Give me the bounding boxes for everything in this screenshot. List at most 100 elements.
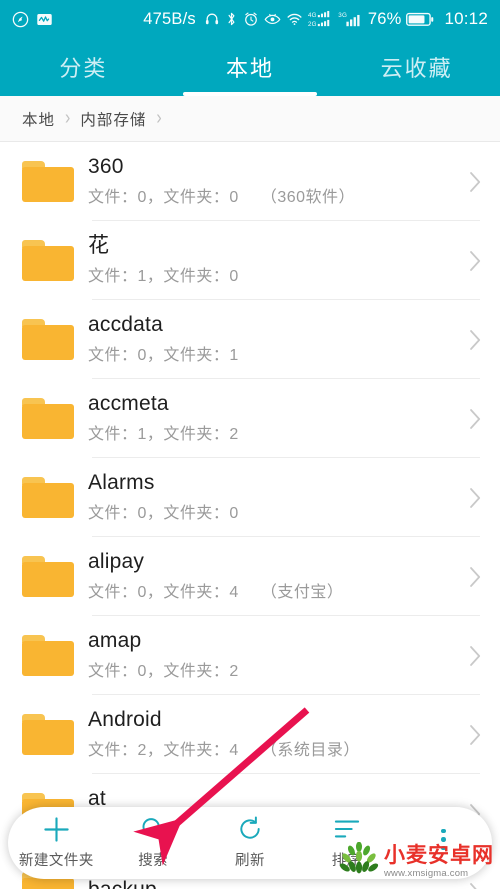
file-item-meta: alipay 文件：0，文件夹：4 （支付宝） bbox=[88, 550, 464, 602]
breadcrumb-item-local[interactable]: 本地 bbox=[22, 108, 55, 130]
file-counts: 文件：0，文件夹：0 （360软件） bbox=[88, 183, 464, 207]
file-alias: （系统目录） bbox=[260, 742, 360, 760]
file-name: 花 bbox=[88, 233, 110, 257]
breadcrumb-item-internal-storage[interactable]: 内部存储 bbox=[80, 108, 146, 130]
file-counts: 文件：0，文件夹：1 bbox=[88, 341, 464, 365]
refresh-button[interactable]: 刷新 bbox=[202, 807, 299, 879]
folder-icon bbox=[22, 477, 74, 518]
chevron-right-icon bbox=[464, 250, 486, 272]
status-bar-indicators: 475B/s 4G 2G 3G 76% 10:12 bbox=[143, 9, 488, 29]
main-tab-bar: 分类 本地 云收藏 bbox=[0, 38, 500, 96]
battery-percent-label: 76% bbox=[367, 9, 402, 28]
chevron-right-icon: › bbox=[65, 107, 71, 129]
chevron-right-icon bbox=[464, 724, 486, 746]
tab-categories-label: 分类 bbox=[59, 56, 108, 81]
chevron-right-icon bbox=[464, 882, 486, 889]
music-app-icon bbox=[12, 11, 29, 28]
search-icon bbox=[139, 816, 167, 842]
bluetooth-icon bbox=[225, 11, 238, 27]
battery-icon bbox=[406, 12, 434, 27]
file-manager-screen: 475B/s 4G 2G 3G 76% 10:12 分类 本地 云收藏 本地 ›… bbox=[0, 0, 500, 889]
tab-cloud-favorites-label: 云收藏 bbox=[380, 56, 453, 81]
site-watermark: 小麦安卓网 www.xmsigma.com bbox=[339, 841, 494, 881]
file-list-item[interactable]: accmeta 文件：1，文件夹：2 bbox=[0, 379, 500, 458]
svg-text:4G: 4G bbox=[308, 12, 317, 19]
status-bar-app-icons bbox=[12, 11, 53, 28]
new-folder-button[interactable]: 新建文件夹 bbox=[8, 807, 105, 879]
sort-icon bbox=[333, 816, 361, 842]
chevron-right-icon bbox=[464, 487, 486, 509]
file-list-item[interactable]: amap 文件：0，文件夹：2 bbox=[0, 616, 500, 695]
status-bar: 475B/s 4G 2G 3G 76% 10:12 bbox=[0, 0, 500, 38]
watermark-text: 小麦安卓网 www.xmsigma.com bbox=[384, 845, 494, 879]
chevron-right-icon bbox=[464, 171, 486, 193]
file-item-meta: amap 文件：0，文件夹：2 bbox=[88, 628, 464, 681]
new-folder-label: 新建文件夹 bbox=[18, 853, 94, 869]
folder-icon bbox=[22, 714, 74, 755]
headphone-icon bbox=[204, 11, 220, 27]
folder-icon bbox=[22, 398, 74, 439]
file-list-item[interactable]: Alarms 文件：0，文件夹：0 bbox=[0, 458, 500, 537]
file-list-item[interactable]: Android 文件：2，文件夹：4 （系统目录） bbox=[0, 695, 500, 774]
search-label: 搜索 bbox=[138, 853, 169, 869]
signal-3g-icon: 3G bbox=[338, 10, 362, 28]
file-item-meta: 360 文件：0，文件夹：0 （360软件） bbox=[88, 154, 464, 207]
clock-label: 10:12 bbox=[444, 9, 488, 28]
breadcrumb: 本地 › 内部存储 › bbox=[0, 96, 500, 142]
file-count-text: 文件：0，文件夹：4 bbox=[88, 584, 239, 602]
tab-categories[interactable]: 分类 bbox=[0, 38, 167, 96]
file-item-meta: 花文件：1，文件夹：0 bbox=[88, 233, 464, 286]
file-item-meta: accmeta 文件：1，文件夹：2 bbox=[88, 391, 464, 444]
chevron-right-icon bbox=[464, 645, 486, 667]
file-count-text: 文件：1，文件夹：0 bbox=[88, 268, 239, 286]
file-name: Android bbox=[88, 707, 162, 731]
file-item-meta: Android 文件：2，文件夹：4 （系统目录） bbox=[88, 707, 464, 760]
folder-icon bbox=[22, 319, 74, 360]
file-alias: （360软件） bbox=[260, 189, 356, 207]
network-speed-label: 475B/s bbox=[143, 9, 196, 28]
folder-icon bbox=[22, 556, 74, 597]
svg-text:3G: 3G bbox=[338, 12, 347, 19]
tab-local-label: 本地 bbox=[226, 56, 275, 81]
file-item-meta: Alarms 文件：0，文件夹：0 bbox=[88, 470, 464, 523]
file-list[interactable]: 360 文件：0，文件夹：0 （360软件） 花文件：1，文件夹：0 accdata 文件… bbox=[0, 142, 500, 889]
file-count-text: 文件：0，文件夹：2 bbox=[88, 663, 239, 681]
watermark-url: www.xmsigma.com bbox=[384, 867, 469, 879]
file-counts: 文件：1，文件夹：0 bbox=[88, 262, 464, 286]
wifi-icon bbox=[286, 11, 303, 27]
file-item-meta: accdata 文件：0，文件夹：1 bbox=[88, 312, 464, 365]
file-counts: 文件：0，文件夹：0 bbox=[88, 499, 464, 523]
file-list-item[interactable]: 360 文件：0，文件夹：0 （360软件） bbox=[0, 142, 500, 221]
search-button[interactable]: 搜索 bbox=[105, 807, 202, 879]
chevron-right-icon bbox=[464, 408, 486, 430]
chevron-right-icon bbox=[464, 566, 486, 588]
chevron-right-icon: › bbox=[156, 107, 162, 129]
watermark-site-name: 小麦安卓网 bbox=[384, 843, 494, 867]
refresh-icon bbox=[236, 816, 264, 842]
tab-cloud-favorites[interactable]: 云收藏 bbox=[333, 38, 500, 96]
file-counts: 文件：2，文件夹：4 （系统目录） bbox=[88, 736, 464, 760]
alarm-icon bbox=[243, 11, 259, 27]
svg-text:2G: 2G bbox=[308, 21, 317, 28]
tab-local[interactable]: 本地 bbox=[167, 38, 334, 96]
file-list-item[interactable]: accdata 文件：0，文件夹：1 bbox=[0, 300, 500, 379]
file-name: 360 bbox=[88, 154, 124, 178]
file-alias: （支付宝） bbox=[260, 584, 344, 602]
file-count-text: 文件：0，文件夹：1 bbox=[88, 347, 239, 365]
file-list-item[interactable]: alipay 文件：0，文件夹：4 （支付宝） bbox=[0, 537, 500, 616]
file-name: amap bbox=[88, 628, 142, 652]
file-count-text: 文件：0，文件夹：0 bbox=[88, 189, 239, 207]
wheat-logo-icon bbox=[339, 841, 379, 881]
file-name: accmeta bbox=[88, 391, 169, 415]
folder-icon bbox=[22, 240, 74, 281]
plus-icon bbox=[42, 816, 71, 842]
file-counts: 文件：1，文件夹：2 bbox=[88, 420, 464, 444]
file-name: Alarms bbox=[88, 470, 155, 494]
folder-icon bbox=[22, 161, 74, 202]
file-list-item[interactable]: 花文件：1，文件夹：0 bbox=[0, 221, 500, 300]
tab-active-underline bbox=[183, 92, 317, 96]
file-count-text: 文件：2，文件夹：4 bbox=[88, 742, 239, 760]
file-name: accdata bbox=[88, 312, 163, 336]
monitor-app-icon bbox=[36, 11, 53, 28]
eye-icon bbox=[264, 11, 281, 27]
